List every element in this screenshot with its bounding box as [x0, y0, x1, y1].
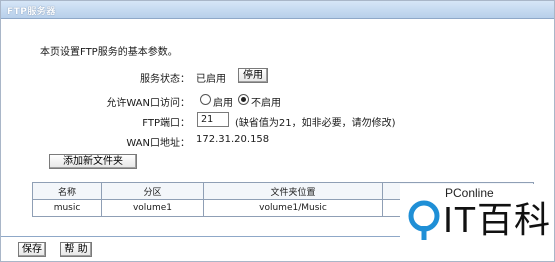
pconline-logo-big-text: IT百科 — [443, 199, 551, 240]
ftp-port-hint: (缺省值为21，如非必要，请勿修改) — [235, 118, 396, 129]
pconline-logo: PConline IT百科 — [400, 184, 554, 260]
ftp-port-input[interactable]: 21 — [197, 112, 229, 127]
ftp-port-label: FTP端口： — [142, 118, 190, 129]
intro-text: 本页设置FTP服务的基本参数。 — [40, 47, 178, 58]
cell-location: volume1/Music — [203, 199, 383, 217]
cell-partition: volume1 — [101, 199, 204, 217]
window-titlebar: FTP服务器 — [1, 1, 554, 19]
service-status-label: 服务状态： — [140, 74, 190, 85]
window-title: FTP服务器 — [7, 7, 56, 17]
wan-access-disable-radio[interactable] — [238, 94, 249, 105]
wan-access-enable-label: 启用 — [213, 98, 233, 109]
column-header-name: 名称 — [32, 182, 102, 200]
cell-name: music — [32, 199, 102, 217]
wan-address-value: 172.31.20.158 — [196, 134, 270, 145]
save-button[interactable]: 保存 — [18, 242, 46, 257]
wan-access-label: 允许WAN口访问： — [106, 98, 190, 109]
disable-service-button[interactable]: 停用 — [238, 68, 268, 83]
help-button[interactable]: 帮 助 — [60, 242, 92, 257]
wan-address-label: WAN口地址： — [126, 138, 190, 149]
wan-access-disable-label: 不启用 — [251, 98, 281, 109]
pconline-logo-small-text: PConline — [445, 186, 494, 200]
column-header-partition: 分区 — [101, 182, 204, 200]
wan-access-enable-radio[interactable] — [200, 94, 211, 105]
column-header-location: 文件夹位置 — [203, 182, 383, 200]
service-status-value: 已启用 — [196, 74, 226, 85]
add-folder-button[interactable]: 添加新文件夹 — [49, 154, 137, 169]
pconline-logo-icon — [408, 200, 440, 240]
